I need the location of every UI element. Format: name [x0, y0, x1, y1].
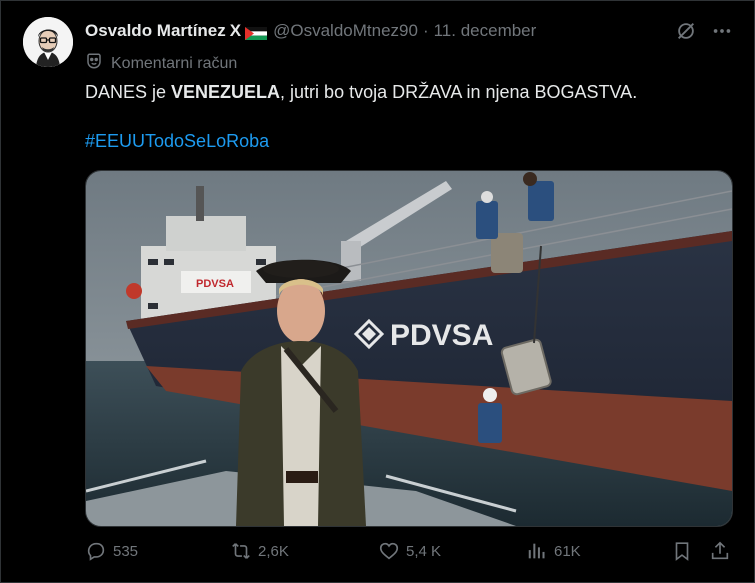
- tweet-text-part1: DANES je: [85, 82, 172, 102]
- views-icon: [528, 543, 545, 559]
- like-icon: [379, 542, 399, 560]
- repost-icon: [232, 543, 250, 559]
- reply-button[interactable]: 535: [85, 540, 138, 562]
- tweet-text-bold: VENEZUELA: [171, 82, 281, 102]
- like-button[interactable]: 5,4 K: [378, 540, 441, 562]
- top-actions: [675, 20, 733, 42]
- views-count: 61K: [554, 542, 581, 560]
- bookmark-button[interactable]: [671, 540, 693, 562]
- tweet-text-part2: , jutri bo tvoja DRŽAVA in njena BOGASTV…: [280, 82, 638, 102]
- tweet-image-scene: PDVSA PDVSA: [86, 171, 732, 526]
- repost-button[interactable]: 2,6K: [230, 540, 289, 562]
- bookmark-icon: [675, 542, 689, 561]
- palestine-flag-icon: [245, 25, 268, 40]
- tweet-text: DANES je VENEZUELA, jutri bo tvoja DRŽAV…: [85, 80, 637, 104]
- author-name[interactable]: Osvaldo Martínez: [85, 21, 226, 41]
- account-label: Komentarni račun: [111, 54, 238, 72]
- image-small-label: PDVSA: [196, 278, 234, 290]
- tweet-date[interactable]: 11. december: [434, 21, 537, 41]
- comment-account-icon: [85, 52, 103, 75]
- account-label-row: Komentarni račun: [85, 52, 237, 75]
- tweet-header: Osvaldo Martínez X @OsvaldoMtnez90 · 11.…: [85, 21, 536, 41]
- tweet-image[interactable]: PDVSA PDVSA: [85, 170, 733, 527]
- share-button[interactable]: [709, 540, 731, 562]
- views-button[interactable]: 61K: [526, 540, 581, 562]
- avatar[interactable]: [23, 17, 73, 67]
- image-ship-label: PDVSA: [390, 319, 493, 352]
- reply-icon: [87, 542, 105, 561]
- grok-icon[interactable]: [675, 20, 697, 42]
- tweet-actions: 535 2,6K 5,4 K 61K: [85, 540, 735, 566]
- hashtag-link[interactable]: #EEUUTodoSeLoRoba: [85, 131, 269, 152]
- avatar-portrait: [23, 17, 73, 67]
- repost-count: 2,6K: [258, 542, 289, 560]
- share-icon: [711, 541, 729, 560]
- author-handle[interactable]: @OsvaldoMtnez90: [273, 21, 418, 41]
- reply-count: 535: [113, 542, 139, 560]
- more-icon[interactable]: [711, 20, 733, 42]
- separator-dot: ·: [422, 21, 429, 40]
- like-count: 5,4 K: [406, 542, 442, 560]
- x-badge: X: [229, 21, 242, 40]
